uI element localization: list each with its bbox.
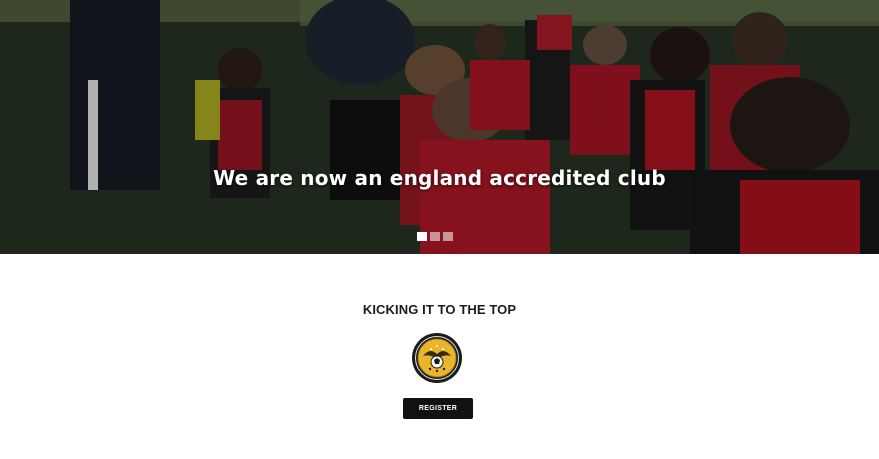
slider-dot-2[interactable]	[430, 232, 440, 241]
slider-dot-1[interactable]	[417, 232, 427, 241]
hero-slider: We are now an england accredited club	[0, 0, 879, 254]
hero-heading: We are now an england accredited club	[213, 166, 666, 190]
hero-dark-overlay	[0, 0, 879, 254]
section-tagline: KICKING IT TO THE TOP	[362, 302, 517, 317]
slider-dot-3[interactable]	[443, 232, 453, 241]
club-crest-icon	[412, 333, 462, 383]
slider-pagination	[417, 232, 453, 242]
intro-section: KICKING IT TO THE TOP REGISTER	[0, 254, 879, 459]
register-button[interactable]: REGISTER	[403, 398, 473, 419]
